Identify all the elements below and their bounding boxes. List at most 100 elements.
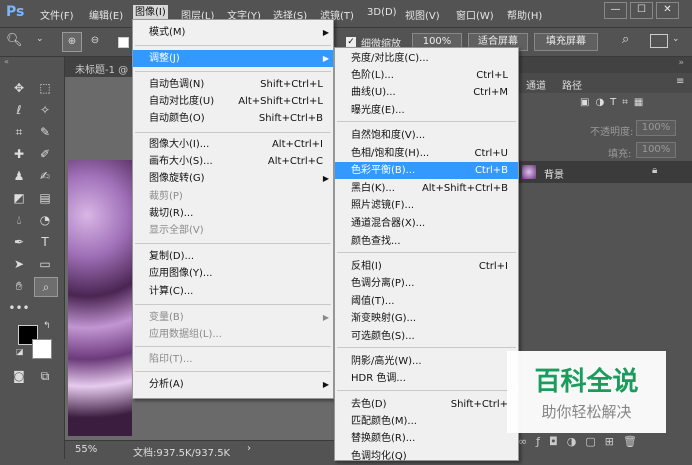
adjust-menu-item[interactable]: 色调均化(Q) bbox=[335, 448, 518, 465]
collapse-icon[interactable]: « bbox=[4, 57, 9, 66]
adjust-menu-item[interactable]: 反相(I) Ctrl+I bbox=[335, 258, 518, 275]
menu-edit[interactable]: 编辑(E) bbox=[89, 7, 123, 22]
opacity-input[interactable]: 100% bbox=[636, 120, 676, 136]
more-tools-icon[interactable]: ••• bbox=[8, 299, 30, 317]
hand-tool-icon[interactable]: ✋︎ bbox=[8, 277, 30, 295]
adjust-menu-item[interactable]: 匹配颜色(M)... bbox=[335, 413, 518, 430]
zoom-in-icon[interactable]: ⊕ bbox=[62, 32, 82, 52]
workspace-icon[interactable] bbox=[650, 34, 668, 48]
search-icon[interactable]: ⌕ bbox=[622, 32, 629, 47]
image-menu-item[interactable]: 图像旋转(G) ▶ bbox=[133, 170, 333, 187]
collapse-icon[interactable]: » bbox=[678, 58, 684, 68]
image-menu-item: 陷印(T)... bbox=[133, 351, 333, 368]
adjust-menu-item[interactable]: 色阶(L)... Ctrl+L bbox=[335, 67, 518, 84]
image-menu-item[interactable]: 画布大小(S)... Alt+Ctrl+C bbox=[133, 153, 333, 170]
adjust-menu-item[interactable]: 可选颜色(S)... bbox=[335, 328, 518, 345]
zoom-tool-icon[interactable]: 🔍︎ bbox=[6, 33, 23, 48]
layer-filter-icons[interactable]: ▣◑T⌗▦ bbox=[580, 97, 688, 111]
minimize-button[interactable]: — bbox=[604, 2, 627, 19]
image-menu-item[interactable]: 自动颜色(O) Shift+Ctrl+B bbox=[133, 110, 333, 127]
resize-windows-checkbox[interactable] bbox=[118, 37, 129, 48]
move-tool-icon[interactable]: ✥ bbox=[8, 79, 30, 97]
adjustments-submenu: 亮度/对比度(C)... 色阶(L)... Ctrl+L 曲线(U)... Ctrl+M… bbox=[334, 47, 519, 462]
menu-3d[interactable]: 3D(D) bbox=[367, 7, 397, 18]
magic-wand-icon[interactable]: ✧ bbox=[34, 101, 56, 119]
adjust-menu-item[interactable]: 阈值(T)... bbox=[335, 293, 518, 310]
image-menu-item[interactable]: 自动对比度(U) Alt+Shift+Ctrl+L bbox=[133, 93, 333, 110]
menu-view[interactable]: 视图(V) bbox=[405, 7, 440, 22]
image-menu-item[interactable]: 模式(M) ▶ bbox=[133, 24, 333, 41]
adjust-menu-item[interactable]: 替换颜色(R)... bbox=[335, 430, 518, 447]
adjust-menu-item[interactable]: 通道混合器(X)... bbox=[335, 215, 518, 232]
quick-mask-icon[interactable]: ◙ bbox=[8, 367, 30, 385]
zoom-tool-icon[interactable]: ⌕ bbox=[34, 277, 58, 297]
crop-tool-icon[interactable]: ⌗ bbox=[8, 123, 30, 141]
chevron-down-icon[interactable]: ⌄ bbox=[36, 34, 44, 44]
chevron-right-icon[interactable]: › bbox=[247, 443, 251, 454]
gradient-tool-icon[interactable]: ▤ bbox=[34, 189, 56, 207]
adjust-menu-item[interactable]: 色调分离(P)... bbox=[335, 275, 518, 292]
adjust-menu-item[interactable]: 自然饱和度(V)... bbox=[335, 127, 518, 144]
swap-colors-icon[interactable]: ↰ bbox=[43, 321, 51, 331]
menu-item-label: 裁剪(P) bbox=[149, 191, 183, 202]
image-menu-item[interactable]: 计算(C)... bbox=[133, 283, 333, 300]
lasso-tool-icon[interactable]: ℓ bbox=[8, 101, 30, 119]
dodge-tool-icon[interactable]: ◔ bbox=[34, 211, 56, 229]
adjust-menu-item[interactable]: HDR 色调... bbox=[335, 370, 518, 387]
fill-input[interactable]: 100% bbox=[636, 142, 676, 158]
scrubby-zoom-checkbox[interactable]: ✓ bbox=[346, 37, 356, 47]
image-menu-item[interactable]: 裁切(R)... bbox=[133, 205, 333, 222]
adjust-menu-item[interactable]: 渐变映射(G)... bbox=[335, 310, 518, 327]
adjust-menu-item[interactable]: 曝光度(E)... bbox=[335, 102, 518, 119]
image-menu-item[interactable]: 应用图像(Y)... bbox=[133, 265, 333, 282]
image-menu-item[interactable]: 分析(A) ▶ bbox=[133, 376, 333, 393]
menu-item-label: 阴影/高光(W)... bbox=[351, 356, 422, 367]
image-menu-item[interactable]: 调整(J) ▶ bbox=[133, 50, 333, 67]
menu-window[interactable]: 窗口(W) bbox=[456, 7, 494, 22]
maximize-button[interactable]: ☐ bbox=[630, 2, 653, 19]
image-menu-item[interactable]: 自动色调(N) Shift+Ctrl+L bbox=[133, 76, 333, 93]
screen-mode-icon[interactable]: ⧉ bbox=[34, 367, 56, 385]
default-colors-icon[interactable]: ◪ bbox=[16, 347, 24, 356]
chevron-down-icon[interactable]: ⌄ bbox=[672, 34, 680, 44]
zoom-level[interactable]: 55% bbox=[75, 444, 97, 455]
adjust-menu-item[interactable]: 照片滤镜(F)... bbox=[335, 197, 518, 214]
adjust-menu-item[interactable]: 色彩平衡(B)... Ctrl+B bbox=[335, 162, 518, 179]
pen-tool-icon[interactable]: ✒ bbox=[8, 233, 30, 251]
panel-menu-icon[interactable]: ≡ bbox=[676, 76, 684, 87]
menu-file[interactable]: 文件(F) bbox=[40, 7, 74, 22]
blur-tool-icon[interactable]: 💧︎ bbox=[8, 211, 30, 229]
marquee-tool-icon[interactable]: ⬚ bbox=[34, 79, 56, 97]
close-button[interactable]: ✕ bbox=[656, 2, 679, 19]
adjust-menu-item[interactable]: 亮度/对比度(C)... bbox=[335, 50, 518, 67]
layer-name[interactable]: 背景 bbox=[544, 166, 564, 181]
image-menu-item[interactable]: 图像大小(I)... Alt+Ctrl+I bbox=[133, 136, 333, 153]
zoom-out-icon[interactable]: ⊖ bbox=[86, 32, 104, 50]
brush-tool-icon[interactable]: ✐ bbox=[34, 145, 56, 163]
layer-row-background[interactable]: 背景 🔒︎ bbox=[510, 161, 692, 183]
fill-screen-button[interactable]: 填充屏幕 bbox=[534, 33, 598, 51]
rectangle-tool-icon[interactable]: ▭ bbox=[34, 255, 56, 273]
lock-icon[interactable]: 🔒︎ bbox=[652, 165, 657, 176]
adjust-menu-item[interactable]: 颜色查找... bbox=[335, 233, 518, 250]
adjust-menu-item[interactable]: 色相/饱和度(H)... Ctrl+U bbox=[335, 145, 518, 162]
eraser-tool-icon[interactable]: ◩ bbox=[8, 189, 30, 207]
canvas-image[interactable] bbox=[68, 160, 132, 436]
tab-channels[interactable]: 通道 bbox=[526, 77, 546, 92]
image-menu-item[interactable]: 复制(D)... bbox=[133, 248, 333, 265]
adjust-menu-item[interactable]: 阴影/高光(W)... bbox=[335, 353, 518, 370]
adjust-menu-item[interactable]: 去色(D) Shift+Ctrl+ bbox=[335, 396, 518, 413]
menu-help[interactable]: 帮助(H) bbox=[507, 7, 542, 22]
layer-actions-icons[interactable]: ∞ƒ◘◑▢⊞🗑︎ bbox=[510, 435, 692, 459]
history-brush-icon[interactable]: ✍ bbox=[34, 167, 56, 185]
path-select-icon[interactable]: ➤ bbox=[8, 255, 30, 273]
type-tool-icon[interactable]: T bbox=[34, 233, 56, 251]
menu-item-shortcut: Shift+Ctrl+L bbox=[260, 79, 323, 90]
background-color-swatch[interactable] bbox=[32, 339, 52, 359]
healing-brush-icon[interactable]: ✚ bbox=[8, 145, 30, 163]
adjust-menu-item[interactable]: 曲线(U)... Ctrl+M bbox=[335, 84, 518, 101]
eyedropper-icon[interactable]: ✎ bbox=[34, 123, 56, 141]
stamp-tool-icon[interactable]: ♟ bbox=[8, 167, 30, 185]
tab-paths[interactable]: 路径 bbox=[562, 77, 582, 92]
adjust-menu-item[interactable]: 黑白(K)... Alt+Shift+Ctrl+B bbox=[335, 180, 518, 197]
